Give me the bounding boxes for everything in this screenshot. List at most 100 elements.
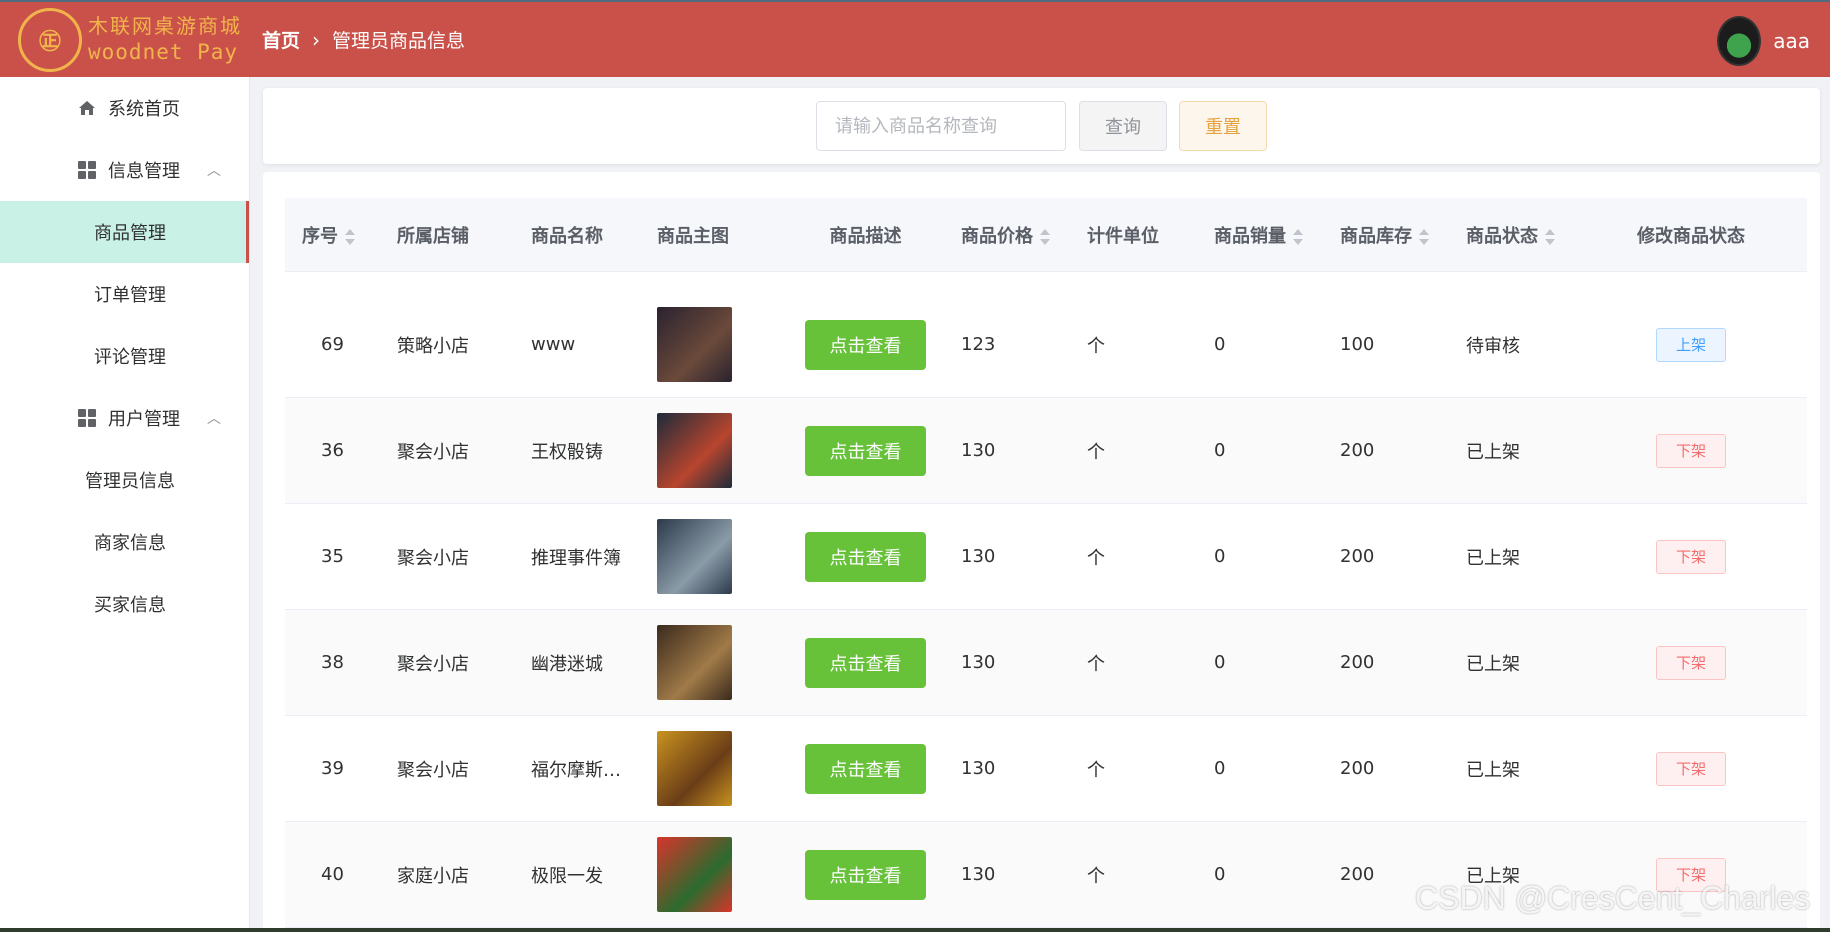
- breadcrumb-home[interactable]: 首页: [262, 26, 300, 53]
- cell-status: 已上架: [1466, 441, 1520, 463]
- cell-desc: 点击查看: [787, 319, 944, 370]
- cell-unit: 个: [1087, 547, 1105, 569]
- sidebar-item-label: 系统首页: [108, 99, 180, 120]
- sidebar-item-buyer-info[interactable]: 买家信息: [0, 573, 249, 635]
- cell-unit: 个: [1087, 653, 1105, 675]
- column-header-sales[interactable]: 商品销量: [1197, 222, 1323, 248]
- sidebar-item-label: 管理员信息: [85, 471, 175, 492]
- user-menu[interactable]: aaa: [1717, 2, 1810, 79]
- cell-sales: 0: [1214, 334, 1226, 355]
- cell-shop: 家庭小店: [397, 865, 469, 887]
- cell-sales: 0: [1214, 440, 1226, 461]
- product-thumbnail[interactable]: [657, 731, 732, 806]
- sidebar-item-merchant-info[interactable]: 商家信息: [0, 511, 249, 573]
- sidebar-item-label: 商家信息: [94, 533, 166, 554]
- list-on-button[interactable]: 上架: [1656, 327, 1726, 362]
- column-header-id[interactable]: 序号: [285, 222, 380, 248]
- cell-id: 36: [321, 440, 344, 461]
- sidebar-group-info[interactable]: 信息管理 ︿: [0, 139, 249, 201]
- cell-id: 38: [321, 652, 344, 673]
- cell-price: 130: [961, 440, 996, 461]
- sidebar-item-goods[interactable]: 商品管理: [0, 201, 249, 263]
- product-thumbnail[interactable]: [657, 625, 732, 700]
- sidebar-group-users[interactable]: 用户管理 ︿: [0, 387, 249, 449]
- cell-image: [640, 519, 787, 594]
- goods-table: 序号 所属店铺 商品名称 商品主图 商品描述 商品价格 计件单位 商品销量 商品…: [285, 198, 1807, 928]
- breadcrumb-current: 管理员商品信息: [332, 30, 466, 52]
- cell-name: www: [531, 334, 576, 355]
- cell-name: 福尔摩斯…: [531, 759, 621, 781]
- avatar[interactable]: [1717, 15, 1762, 66]
- logo-text: 木联网桌游商城 woodnet Pay: [88, 14, 242, 65]
- cell-sales: 0: [1214, 652, 1226, 673]
- view-desc-button[interactable]: 点击查看: [805, 425, 926, 476]
- product-thumbnail[interactable]: [657, 307, 732, 382]
- cell-unit: 个: [1087, 865, 1105, 887]
- product-thumbnail[interactable]: [657, 519, 732, 594]
- cell-name: 王权骰铸: [531, 441, 603, 463]
- sort-icon[interactable]: [1418, 228, 1430, 246]
- sidebar-item-admin-info[interactable]: 管理员信息: [0, 449, 249, 511]
- cell-op: 下架: [1575, 539, 1807, 574]
- sort-icon[interactable]: [344, 228, 356, 246]
- product-thumbnail[interactable]: [657, 413, 732, 488]
- table-header: 序号 所属店铺 商品名称 商品主图 商品描述 商品价格 计件单位 商品销量 商品…: [285, 198, 1807, 272]
- list-off-button[interactable]: 下架: [1656, 433, 1726, 468]
- cell-price: 130: [961, 864, 996, 885]
- cell-id: 69: [321, 334, 344, 355]
- search-panel: 查询 重置: [263, 88, 1820, 164]
- sidebar: 系统首页 信息管理 ︿ 商品管理 订单管理 评论管理 用户管理 ︿ 管理员信息 …: [0, 77, 250, 932]
- cell-status: 已上架: [1466, 759, 1520, 781]
- view-desc-button[interactable]: 点击查看: [805, 319, 926, 370]
- cell-price: 123: [961, 334, 996, 355]
- sort-icon[interactable]: [1544, 228, 1556, 246]
- cell-sales: 0: [1214, 546, 1226, 567]
- view-desc-button[interactable]: 点击查看: [805, 849, 926, 900]
- sort-icon[interactable]: [1039, 228, 1051, 246]
- logo-title-en: woodnet Pay: [88, 39, 239, 64]
- logo[interactable]: ㊣ 木联网桌游商城 woodnet Pay: [0, 1, 250, 78]
- cell-price: 130: [961, 758, 996, 779]
- chevron-up-icon: ︿: [207, 163, 221, 179]
- bottom-bar: [0, 928, 1830, 932]
- cell-shop: 策略小店: [397, 335, 469, 357]
- view-desc-button[interactable]: 点击查看: [805, 743, 926, 794]
- cell-unit: 个: [1087, 335, 1105, 357]
- list-off-button[interactable]: 下架: [1656, 539, 1726, 574]
- top-header: ㊣ 木联网桌游商城 woodnet Pay 首页 › 管理员商品信息 aaa: [0, 0, 1830, 77]
- column-header-image: 商品主图: [657, 225, 729, 247]
- table-row: 39 聚会小店 福尔摩斯… 点击查看 130 个 0 200 已上架 下架: [285, 716, 1807, 822]
- sidebar-item-home[interactable]: 系统首页: [0, 77, 249, 139]
- cell-image: [640, 625, 787, 700]
- view-desc-button[interactable]: 点击查看: [805, 637, 926, 688]
- cell-stock: 200: [1340, 758, 1375, 779]
- list-off-button[interactable]: 下架: [1656, 645, 1726, 680]
- view-desc-button[interactable]: 点击查看: [805, 531, 926, 582]
- cell-id: 35: [321, 546, 344, 567]
- column-header-status[interactable]: 商品状态: [1449, 222, 1575, 248]
- list-off-button[interactable]: 下架: [1656, 751, 1726, 786]
- sidebar-item-label: 评论管理: [94, 347, 166, 368]
- cell-id: 39: [321, 758, 344, 779]
- user-name[interactable]: aaa: [1773, 29, 1810, 53]
- search-input[interactable]: [816, 101, 1066, 151]
- column-header-stock[interactable]: 商品库存: [1323, 222, 1449, 248]
- sidebar-item-label: 商品管理: [94, 223, 166, 244]
- sidebar-group-label: 用户管理: [108, 409, 180, 430]
- cell-name: 幽港迷城: [531, 653, 603, 675]
- reset-button[interactable]: 重置: [1179, 101, 1267, 151]
- cell-desc: 点击查看: [787, 425, 944, 476]
- sort-icon[interactable]: [1292, 228, 1304, 246]
- table-panel: 序号 所属店铺 商品名称 商品主图 商品描述 商品价格 计件单位 商品销量 商品…: [263, 172, 1820, 932]
- sidebar-item-comments[interactable]: 评论管理: [0, 325, 249, 387]
- cell-desc: 点击查看: [787, 849, 944, 900]
- product-thumbnail[interactable]: [657, 837, 732, 912]
- cell-shop: 聚会小店: [397, 759, 469, 781]
- column-header-price[interactable]: 商品价格: [944, 222, 1070, 248]
- cell-status: 已上架: [1466, 653, 1520, 675]
- table-row: 35 聚会小店 推理事件簿 点击查看 130 个 0 200 已上架 下架: [285, 504, 1807, 610]
- query-button[interactable]: 查询: [1079, 101, 1167, 151]
- sidebar-item-orders[interactable]: 订单管理: [0, 263, 249, 325]
- column-header-unit: 计件单位: [1087, 225, 1159, 247]
- sidebar-item-label: 买家信息: [94, 595, 166, 616]
